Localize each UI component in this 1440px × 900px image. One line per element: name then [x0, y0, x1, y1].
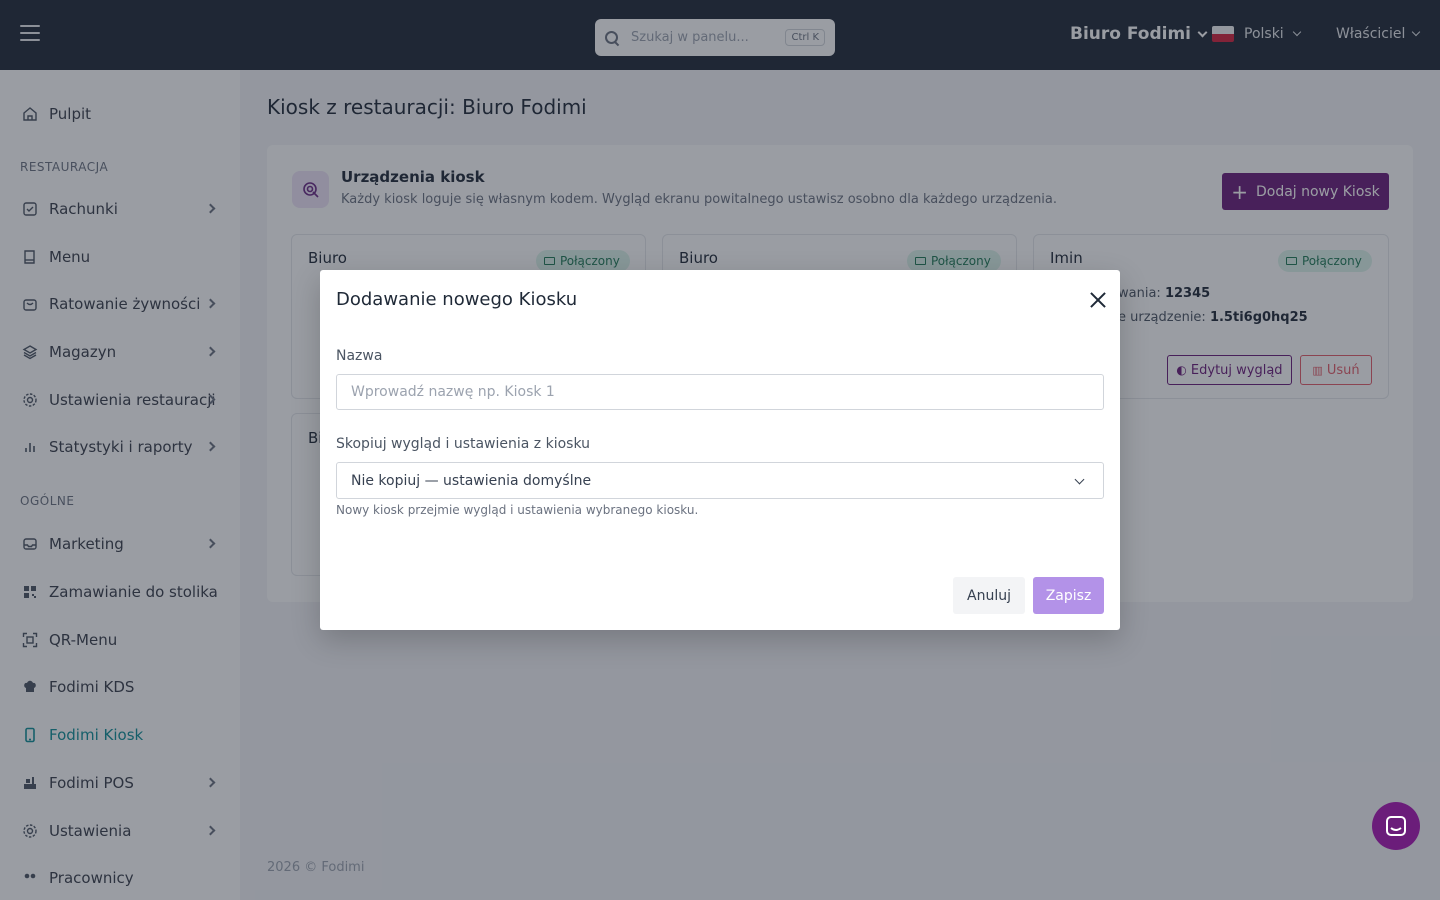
copy-from-select[interactable]: Nie kopiuj — ustawienia domyślne: [336, 462, 1104, 499]
cancel-button[interactable]: Anuluj: [953, 577, 1025, 614]
close-icon[interactable]: [1088, 291, 1106, 309]
copy-from-hint: Nowy kiosk przejmie wygląd i ustawienia …: [336, 503, 699, 517]
copy-from-label: Skopiuj wygląd i ustawienia z kiosku: [336, 436, 591, 452]
kiosk-name-input[interactable]: [336, 374, 1104, 410]
name-field-label: Nazwa: [336, 348, 383, 364]
chevron-down-icon: [1074, 474, 1085, 485]
modal-title: Dodawanie nowego Kiosku: [336, 289, 578, 310]
copy-from-selected: Nie kopiuj — ustawienia domyślne: [351, 472, 592, 489]
chat-support-icon[interactable]: [1372, 802, 1420, 850]
add-kiosk-modal: Dodawanie nowego Kiosku Nazwa Skopiuj wy…: [320, 270, 1120, 630]
save-button[interactable]: Zapisz: [1033, 577, 1104, 614]
